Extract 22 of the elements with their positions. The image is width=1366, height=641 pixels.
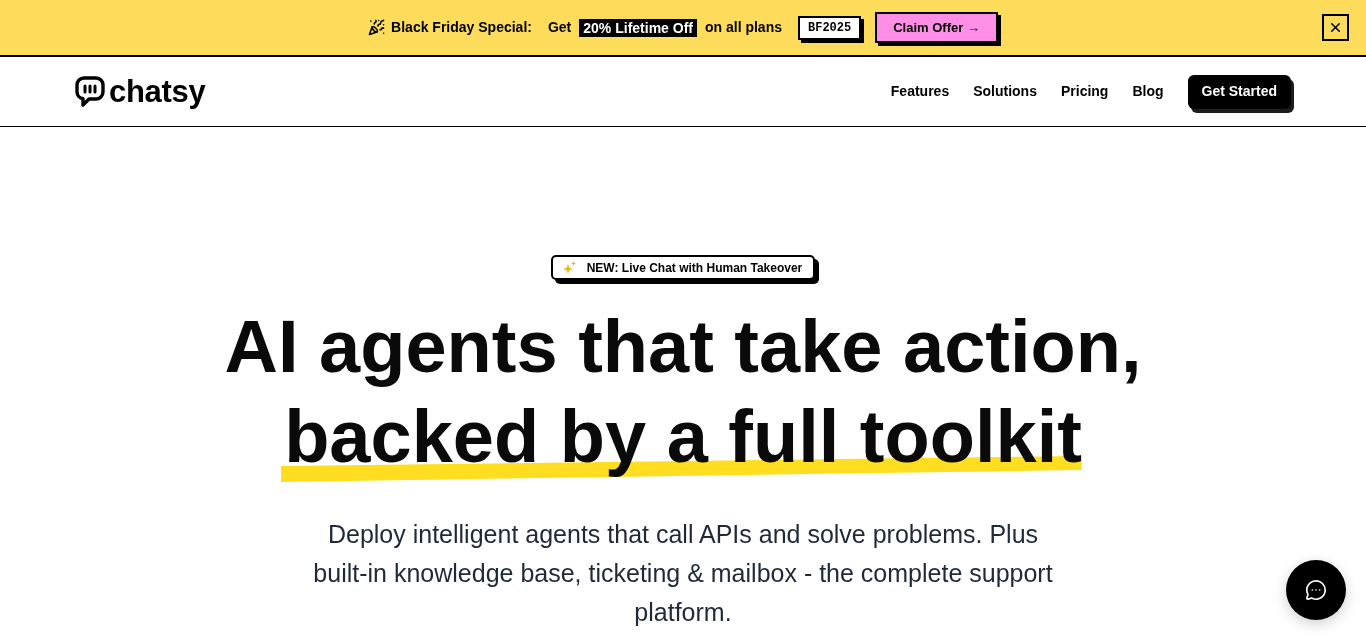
chat-bubble-icon (75, 75, 105, 108)
hero-subtitle: Deploy intelligent agents that call APIs and solve problems. Plus built-in knowledge base, ticketing & mailbox - the complete support platform. (312, 519, 1054, 628)
promo-text: Get (547, 18, 572, 37)
hero-heading-line: AI agents that take action, (224, 305, 1142, 388)
sparkle-icon (562, 261, 576, 274)
close-button[interactable] (1322, 14, 1349, 41)
promo-code: BF2025 (798, 15, 862, 40)
nav-link[interactable]: Blog (1132, 81, 1164, 102)
hero-heading-line: backed by a full toolkit (284, 395, 1082, 478)
badge-text: NEW: Live Chat with Human Takeover (586, 259, 803, 277)
discount-highlight: 20% Lifetime Off (579, 18, 697, 37)
close-icon (1328, 20, 1343, 35)
nav-link[interactable]: Features (890, 81, 950, 102)
party-popper-icon (368, 19, 386, 36)
chat-bubble-icon (1305, 579, 1327, 601)
nav-link[interactable]: Solutions (973, 81, 1037, 102)
promo-title: Black Friday Special: (391, 18, 532, 37)
promo-text: on all plans (705, 18, 782, 37)
chat-launcher-button[interactable] (1286, 560, 1346, 620)
nav-link[interactable]: Pricing (1060, 81, 1109, 102)
claim-offer-button[interactable]: Claim Offer → (875, 12, 998, 43)
logo-link[interactable]: chatsy (75, 75, 206, 108)
